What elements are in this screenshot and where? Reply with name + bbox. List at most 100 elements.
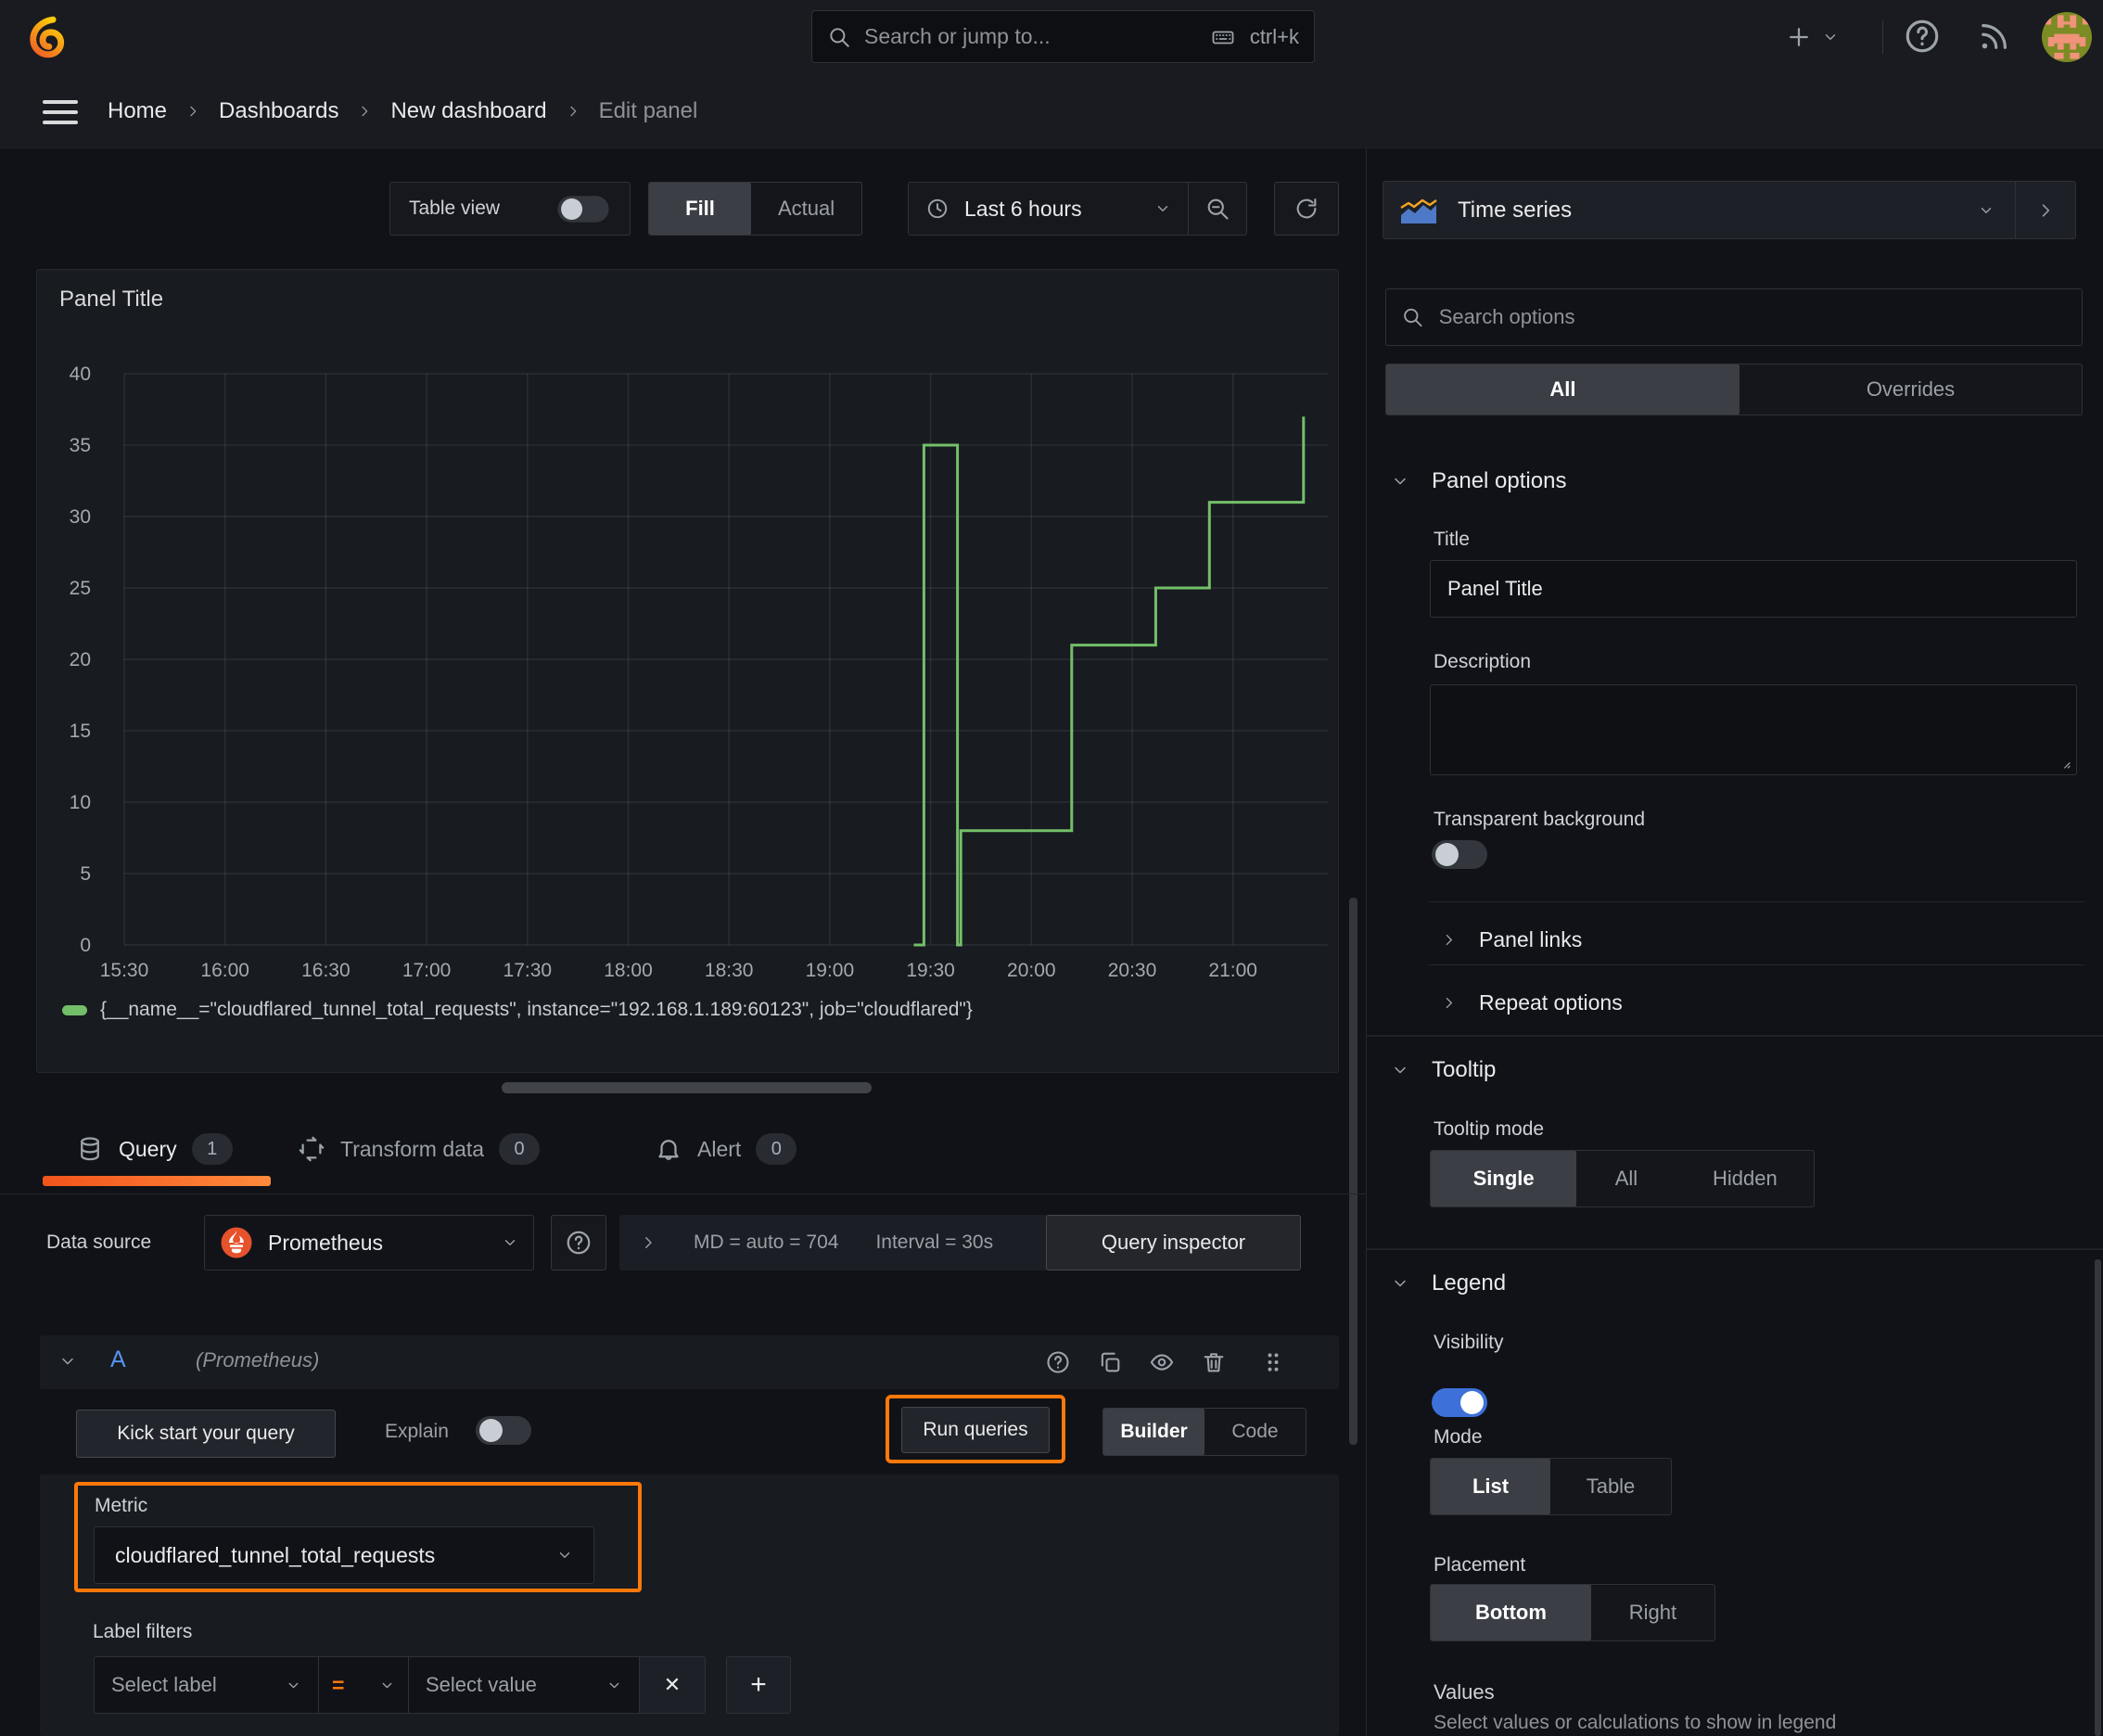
time-series-viz-icon <box>1400 198 1437 223</box>
search-icon <box>1404 308 1422 327</box>
breadcrumb-new-dashboard[interactable]: New dashboard <box>390 98 546 124</box>
query-ref-id[interactable]: A <box>110 1347 126 1373</box>
toggle-viz-suggestions-button[interactable] <box>2016 201 2075 220</box>
section-divider <box>1428 964 2084 965</box>
panel-options-title: Panel options <box>1432 468 1567 493</box>
time-range-picker[interactable]: Last 6 hours <box>909 197 1188 222</box>
refresh-button[interactable] <box>1274 182 1339 236</box>
help-button[interactable] <box>1903 17 1942 56</box>
svg-text:20:30: 20:30 <box>1108 960 1157 981</box>
main-vertical-scrollbar[interactable] <box>1349 898 1357 1445</box>
data-source-picker[interactable]: Prometheus <box>204 1215 534 1270</box>
add-filter-button[interactable]: + <box>726 1656 791 1714</box>
legend-visibility-label: Visibility <box>1434 1332 1504 1353</box>
select-value-placeholder: Select value <box>426 1673 537 1696</box>
options-search-input[interactable] <box>1433 289 2067 345</box>
visualization-picker[interactable]: Time series <box>1383 181 2076 239</box>
chevron-down-icon <box>1395 1280 1406 1287</box>
operator-dropdown[interactable]: = <box>318 1656 409 1714</box>
select-value-dropdown[interactable]: Select value <box>408 1656 640 1714</box>
panel-links-section[interactable]: Panel links <box>1441 918 2084 961</box>
fill-option[interactable]: Fill <box>649 183 752 235</box>
legend-mode-list[interactable]: List <box>1431 1459 1550 1514</box>
section-divider <box>1428 901 2084 902</box>
help-icon <box>567 1231 591 1255</box>
query-options-strip[interactable]: MD = auto = 704 Interval = 30s <box>619 1215 1051 1270</box>
svg-text:10: 10 <box>70 792 91 813</box>
query-drag-handle[interactable] <box>1260 1349 1286 1380</box>
header-new-button[interactable] <box>1785 11 1839 63</box>
actual-option[interactable]: Actual <box>751 183 861 235</box>
tooltip-mode-all[interactable]: All <box>1576 1151 1676 1206</box>
legend-mode-label: Mode <box>1434 1426 1483 1448</box>
query-duplicate-button[interactable] <box>1097 1349 1123 1375</box>
breadcrumb-dashboards[interactable]: Dashboards <box>219 98 338 124</box>
query-inspector-button[interactable]: Query inspector <box>1046 1215 1301 1270</box>
legend-placement-right[interactable]: Right <box>1591 1585 1714 1640</box>
tab-alert[interactable]: Alert 0 <box>655 1133 797 1165</box>
global-search-input[interactable] <box>864 24 1196 49</box>
query-delete-button[interactable] <box>1201 1349 1227 1375</box>
user-avatar[interactable] <box>2042 12 2092 62</box>
description-textarea[interactable] <box>1430 684 2077 775</box>
chevron-right-icon <box>569 106 576 117</box>
tab-transform-count: 0 <box>499 1133 541 1165</box>
table-view-toggle[interactable] <box>557 195 609 223</box>
legend-visibility-toggle[interactable] <box>1432 1388 1487 1417</box>
select-label-dropdown[interactable]: Select label <box>94 1656 319 1714</box>
filter-tab-overrides[interactable]: Overrides <box>1740 364 2082 415</box>
svg-text:30: 30 <box>70 506 91 528</box>
repeat-options-section[interactable]: Repeat options <box>1441 981 2084 1024</box>
metric-select[interactable]: cloudflared_tunnel_total_requests <box>94 1526 594 1584</box>
sidebar-scrollbar[interactable] <box>2095 1259 2101 1736</box>
kick-start-query-button[interactable]: Kick start your query <box>76 1410 336 1458</box>
chevron-down-icon <box>1157 206 1168 211</box>
panel-title-field[interactable] <box>1430 560 2077 618</box>
query-visibility-button[interactable] <box>1149 1349 1175 1375</box>
tooltip-header[interactable]: Tooltip <box>1391 1057 1496 1083</box>
tab-query[interactable]: Query 1 <box>76 1133 233 1165</box>
legend-mode-table[interactable]: Table <box>1550 1459 1671 1514</box>
operator-value: = <box>332 1672 345 1697</box>
database-icon <box>81 1137 99 1161</box>
global-search[interactable]: ctrl+k <box>811 10 1315 63</box>
legend-placement-bottom[interactable]: Bottom <box>1431 1585 1591 1640</box>
news-button[interactable] <box>1975 17 2014 56</box>
description-field[interactable] <box>1430 684 2077 775</box>
remove-filter-button[interactable]: ✕ <box>639 1656 706 1714</box>
builder-option[interactable]: Builder <box>1103 1409 1204 1455</box>
horizontal-scrollbar[interactable] <box>502 1082 872 1093</box>
svg-text:19:30: 19:30 <box>906 960 955 981</box>
panel-options-header[interactable]: Panel options <box>1391 468 1566 494</box>
panel-title-input[interactable] <box>1431 561 2076 617</box>
tooltip-mode-hidden[interactable]: Hidden <box>1676 1151 1814 1206</box>
tooltip-mode-single[interactable]: Single <box>1431 1151 1577 1206</box>
data-source-help-button[interactable] <box>551 1215 606 1270</box>
query-help-button[interactable] <box>1045 1349 1071 1375</box>
options-filter-tabs: All Overrides <box>1385 364 2083 415</box>
menu-toggle-button[interactable] <box>43 100 78 124</box>
chevron-down-icon <box>1981 207 1992 213</box>
rss-icon <box>1982 24 2007 49</box>
query-collapse-button[interactable] <box>58 1352 77 1371</box>
legend-options-title: Legend <box>1432 1270 1507 1296</box>
tab-transform-data[interactable]: Transform data 0 <box>298 1133 541 1165</box>
resize-handle-icon <box>2064 762 2071 769</box>
options-search[interactable] <box>1385 288 2083 346</box>
tooltip-title: Tooltip <box>1432 1057 1497 1082</box>
breadcrumb-home[interactable]: Home <box>108 98 167 124</box>
filter-tab-all[interactable]: All <box>1386 364 1740 415</box>
explain-toggle[interactable] <box>476 1416 531 1445</box>
legend-item[interactable]: {__name__="cloudflared_tunnel_total_requ… <box>62 999 973 1021</box>
grafana-logo-icon[interactable] <box>26 15 70 59</box>
legend-options-header[interactable]: Legend <box>1391 1270 1506 1296</box>
chart-panel: Panel Title 0 5 10 15 20 25 30 35 40 15:30 16:00 16… <box>36 269 1339 1073</box>
keyboard-icon <box>1212 31 1234 44</box>
run-queries-button[interactable]: Run queries <box>901 1407 1050 1453</box>
legend-placement-label: Placement <box>1434 1554 1526 1576</box>
chevron-right-icon <box>190 106 197 117</box>
code-option[interactable]: Code <box>1204 1409 1306 1455</box>
svg-text:18:30: 18:30 <box>705 960 754 981</box>
transparent-background-toggle[interactable] <box>1432 840 1487 869</box>
zoom-out-button[interactable] <box>1189 196 1246 222</box>
